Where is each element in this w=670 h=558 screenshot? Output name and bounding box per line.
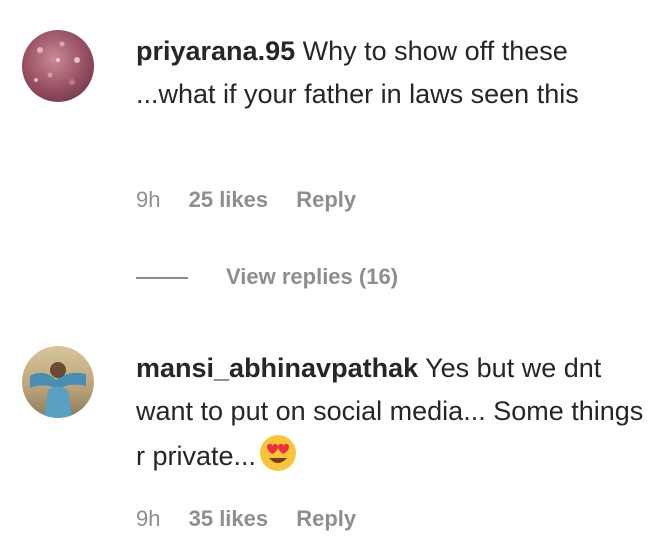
avatar[interactable]: [22, 30, 94, 102]
view-replies-label: View replies (16): [226, 264, 399, 289]
heart-eyes-emoji-icon: [258, 433, 298, 473]
replies-divider-line: [136, 277, 188, 280]
comment-likes[interactable]: 25 likes: [189, 185, 269, 215]
reply-button[interactable]: Reply: [296, 185, 356, 215]
comment-username[interactable]: mansi_abhinavpathak: [136, 353, 418, 383]
comment-username[interactable]: priyarana.95: [136, 36, 295, 66]
comment-time: 9h: [136, 187, 161, 212]
comment-meta: 9h 35 likes Reply: [136, 504, 356, 534]
comment-meta: 9h 25 likes Reply: [136, 185, 356, 215]
comment-body: mansi_abhinavpathak Yes but we dnt want …: [136, 347, 651, 478]
avatar-image: [22, 30, 94, 102]
reply-button[interactable]: Reply: [296, 504, 356, 534]
view-replies-button[interactable]: View replies (16): [136, 262, 398, 292]
comment-body: priyarana.95 Why to show off these ...wh…: [136, 30, 651, 116]
comment-time: 9h: [136, 506, 161, 531]
avatar[interactable]: [22, 346, 94, 418]
comment-likes[interactable]: 35 likes: [189, 504, 269, 534]
avatar-image: [22, 346, 94, 418]
